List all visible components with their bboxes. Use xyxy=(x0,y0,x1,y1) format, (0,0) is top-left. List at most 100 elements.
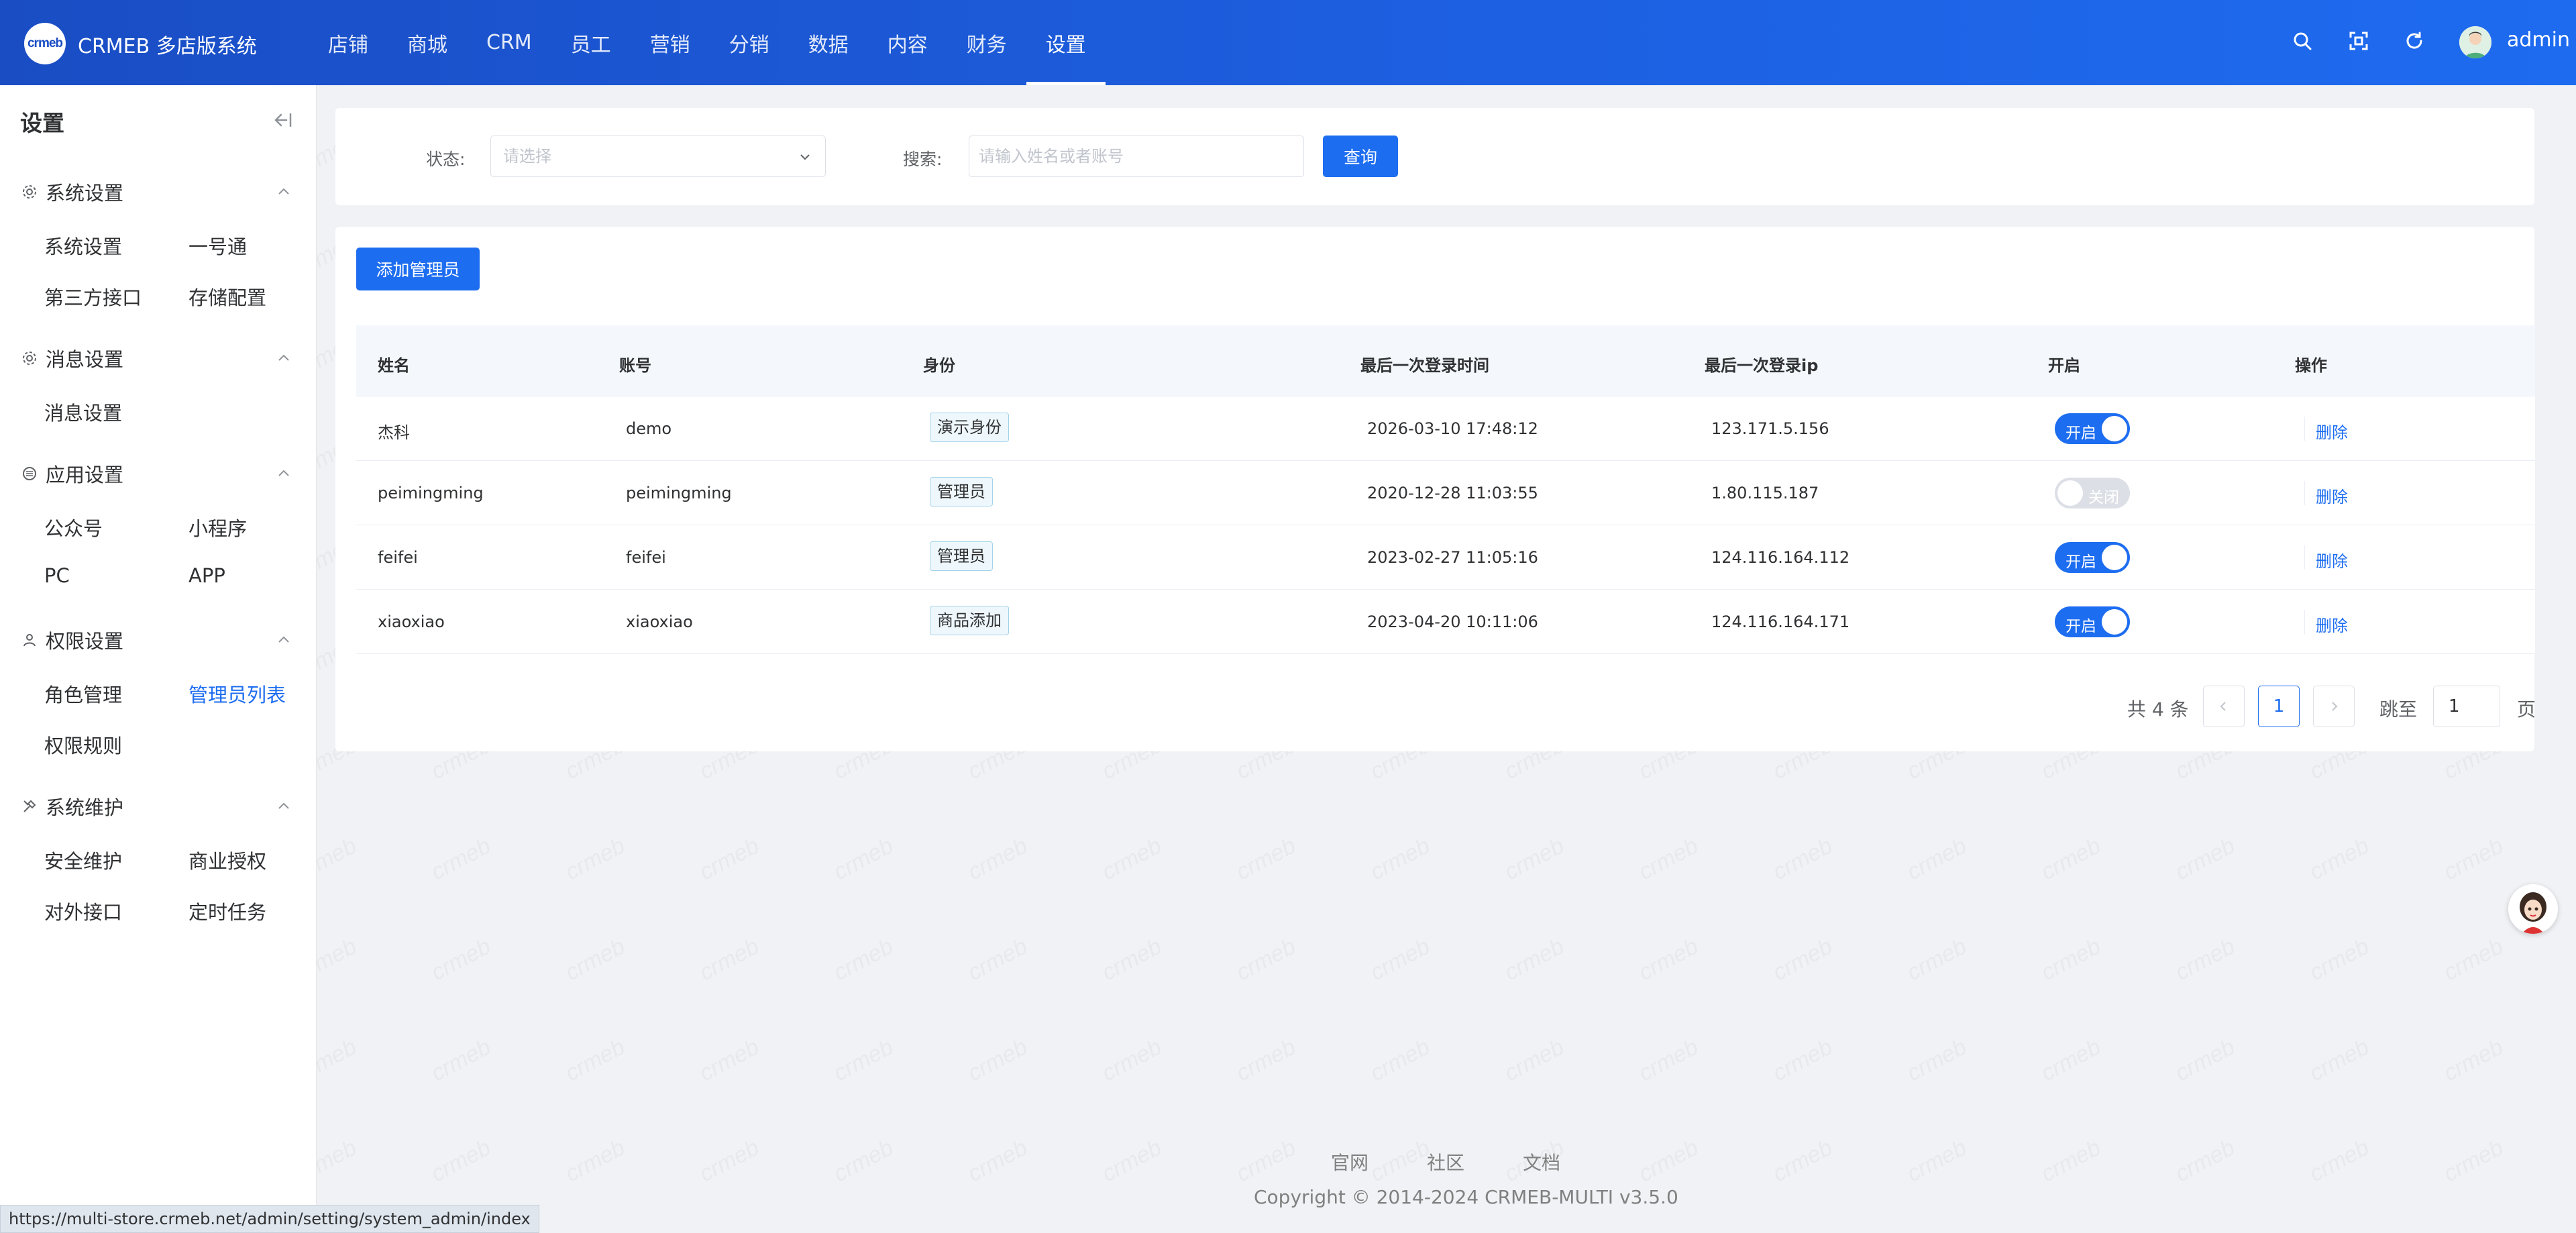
sidebar-item-yihaotong[interactable]: 一号通 xyxy=(189,231,247,260)
enable-toggle[interactable]: 开启 xyxy=(2055,413,2130,444)
enable-toggle[interactable]: 关闭 xyxy=(2055,478,2130,508)
sidebar-item-app[interactable]: APP xyxy=(189,564,225,587)
user-avatar[interactable] xyxy=(2459,26,2491,58)
sidebar-item-pc[interactable]: PC xyxy=(44,564,70,587)
search-icon[interactable] xyxy=(2288,27,2316,55)
sidebar-title: 设置 xyxy=(20,110,64,136)
jump-page-input[interactable] xyxy=(2433,686,2500,727)
chevron-left-icon xyxy=(2220,702,2226,711)
cell-last-login-ip: 123.171.5.156 xyxy=(1711,419,1829,438)
customer-service-avatar[interactable] xyxy=(2508,884,2558,934)
enable-toggle[interactable]: 开启 xyxy=(2055,542,2130,573)
sidebar-group-app-settings[interactable]: 应用设置 xyxy=(21,460,123,488)
table-row: peimingming peimingming 管理员 2020-12-28 1… xyxy=(356,461,2535,525)
delete-link[interactable]: 删除 xyxy=(2316,419,2348,443)
nav-item-mall[interactable]: 商城 xyxy=(388,0,467,85)
add-admin-button[interactable]: 添加管理员 xyxy=(356,248,480,290)
nav-item-crm[interactable]: CRM xyxy=(467,0,551,85)
col-header-name: 姓名 xyxy=(378,356,410,375)
footer-link-official[interactable]: 官网 xyxy=(1331,1148,1368,1175)
toggle-label: 开启 xyxy=(2065,618,2096,635)
cell-account: xiaoxiao xyxy=(626,612,693,631)
cell-last-login-time: 2023-04-20 10:11:06 xyxy=(1367,612,1538,631)
toggle-knob xyxy=(2102,416,2127,441)
nav-item-marketing[interactable]: 营销 xyxy=(631,0,710,85)
brand-logo[interactable]: crmeb xyxy=(24,23,66,64)
enable-toggle[interactable]: 开启 xyxy=(2055,606,2130,637)
sidebar-item-system-settings[interactable]: 系统设置 xyxy=(44,231,122,260)
sidebar-group-message-settings[interactable]: 消息设置 xyxy=(21,344,123,372)
nav-item-staff[interactable]: 员工 xyxy=(551,0,631,85)
chevron-down-icon xyxy=(800,154,810,160)
chevron-right-icon xyxy=(2332,702,2338,711)
cell-last-login-ip: 124.116.164.171 xyxy=(1711,612,1850,631)
role-tag: 商品添加 xyxy=(930,606,1009,635)
chevron-up-icon[interactable] xyxy=(275,465,292,482)
toggle-label: 开启 xyxy=(2065,425,2096,442)
cell-last-login-time: 2026-03-10 17:48:12 xyxy=(1367,419,1538,438)
fullscreen-icon[interactable] xyxy=(2345,27,2373,55)
sidebar-item-admin-list[interactable]: 管理员列表 xyxy=(189,680,286,708)
nav-item-distribution[interactable]: 分销 xyxy=(710,0,789,85)
table-row: xiaoxiao xiaoxiao 商品添加 2023-04-20 10:11:… xyxy=(356,590,2535,654)
toggle-knob xyxy=(2057,480,2083,506)
jump-label: 跳至 xyxy=(2379,698,2418,720)
nav-item-content[interactable]: 内容 xyxy=(868,0,947,85)
sidebar-item-official-account[interactable]: 公众号 xyxy=(44,513,103,541)
chevron-up-icon[interactable] xyxy=(275,798,292,815)
delete-link[interactable]: 删除 xyxy=(2316,484,2348,507)
refresh-icon[interactable] xyxy=(2400,27,2428,55)
nav-item-store[interactable]: 店铺 xyxy=(309,0,388,85)
page-number-button[interactable]: 1 xyxy=(2258,686,2300,727)
sidebar-group-label: 系统维护 xyxy=(46,796,124,819)
status-select[interactable]: 请选择 xyxy=(490,136,826,177)
sidebar-item-third-party[interactable]: 第三方接口 xyxy=(44,282,142,311)
sidebar-item-business-license[interactable]: 商业授权 xyxy=(189,846,266,874)
nav-item-settings[interactable]: 设置 xyxy=(1026,0,1106,85)
footer-link-community[interactable]: 社区 xyxy=(1427,1148,1464,1175)
sidebar-group-permission-settings[interactable]: 权限设置 xyxy=(21,626,123,654)
sidebar-group-label: 权限设置 xyxy=(46,630,124,653)
sidebar-item-security[interactable]: 安全维护 xyxy=(44,846,122,874)
sidebar: 设置 系统设置 系统设置 一号通 第三方接口 存储配置 消息设置 消息设置 应用… xyxy=(0,85,317,1233)
role-tag: 管理员 xyxy=(930,477,993,506)
sidebar-item-mini-program[interactable]: 小程序 xyxy=(189,513,247,541)
search-input[interactable] xyxy=(969,136,1304,177)
cell-name: xiaoxiao xyxy=(378,612,445,631)
sidebar-group-system-settings[interactable]: 系统设置 xyxy=(21,178,123,206)
col-header-actions: 操作 xyxy=(2295,356,2327,375)
query-button[interactable]: 查询 xyxy=(1323,136,1398,177)
prev-page-button[interactable] xyxy=(2203,686,2245,727)
chevron-up-icon[interactable] xyxy=(275,183,292,201)
chevron-up-icon[interactable] xyxy=(275,350,292,367)
sidebar-item-external-api[interactable]: 对外接口 xyxy=(44,897,122,925)
role-tag: 管理员 xyxy=(930,541,993,571)
cell-last-login-ip: 124.116.164.112 xyxy=(1711,548,1850,567)
delete-link[interactable]: 删除 xyxy=(2316,612,2348,636)
sidebar-item-storage[interactable]: 存储配置 xyxy=(189,282,266,311)
sidebar-item-role-management[interactable]: 角色管理 xyxy=(44,680,122,708)
chevron-up-icon[interactable] xyxy=(275,631,292,649)
cell-name: 杰科 xyxy=(378,423,410,442)
sidebar-item-message-settings[interactable]: 消息设置 xyxy=(44,398,122,426)
toggle-knob xyxy=(2102,609,2127,635)
status-select-placeholder: 请选择 xyxy=(503,147,551,166)
nav-item-finance[interactable]: 财务 xyxy=(947,0,1026,85)
delete-link[interactable]: 删除 xyxy=(2316,548,2348,572)
collapse-sidebar-icon[interactable] xyxy=(271,108,295,132)
search-filter-label: 搜索: xyxy=(903,150,943,169)
action-divider xyxy=(2304,610,2305,634)
sidebar-item-permission-rules[interactable]: 权限规则 xyxy=(44,731,122,759)
app-title: CRMEB 多店版系统 xyxy=(78,35,257,58)
next-page-button[interactable] xyxy=(2313,686,2355,727)
nav-item-data[interactable]: 数据 xyxy=(789,0,868,85)
username[interactable]: admin xyxy=(2507,28,2570,52)
sidebar-group-system-maintenance[interactable]: 系统维护 xyxy=(21,792,123,820)
toggle-label: 开启 xyxy=(2065,553,2096,571)
action-divider xyxy=(2304,545,2305,570)
cell-last-login-time: 2023-02-27 11:05:16 xyxy=(1367,548,1538,567)
sidebar-item-scheduled-tasks[interactable]: 定时任务 xyxy=(189,897,266,925)
footer-link-docs[interactable]: 文档 xyxy=(1523,1148,1560,1175)
tools-icon xyxy=(23,800,36,812)
cell-account: feifei xyxy=(626,548,666,567)
